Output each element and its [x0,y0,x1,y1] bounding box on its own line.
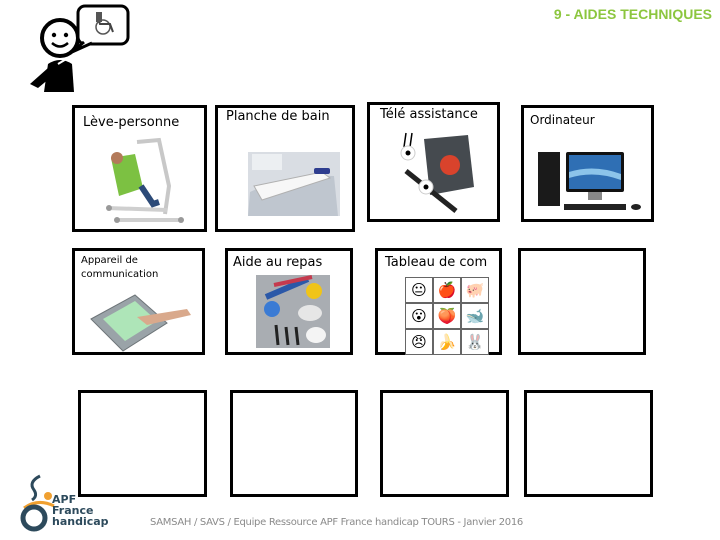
person-pointing-self-icon [30,4,130,92]
communication-board-icon: 😐 🍎 🐖 😮 🍑 🐋 😠 🍌 🐰 [405,277,489,355]
card-label: Télé assistance [380,107,478,122]
card-ordinateur: Ordinateur [521,105,654,222]
card-label: Lève-personne [83,115,180,130]
card-leve-personne: Lève-personne [72,105,207,232]
board-cell-face: 😠 [406,330,432,354]
card-label: Planche de bain [226,109,330,124]
patient-lift-icon [106,137,184,223]
board-cell-banana: 🍌 [434,330,460,354]
page-title: 9 - AIDES TECHNIQUES [553,6,712,22]
logo-line-3: handicap [52,515,109,528]
emergency-alarm-icon [400,132,474,213]
card-label: Ordinateur [530,113,595,127]
eating-aids-icon [256,275,330,348]
card-empty [230,390,358,497]
card-label-text: Appareil de communication [81,255,159,280]
board-cell-face: 😐 [406,278,432,302]
desktop-computer-icon [538,152,641,210]
board-cell-peach: 🍑 [434,304,460,328]
card-planche-de-bain: Planche de bain [215,105,355,232]
footer-text: SAMSAH / SAVS / Equipe Ressource APF Fra… [150,517,523,528]
board-cell-whale: 🐋 [462,304,488,328]
board-cell-apple: 🍎 [434,278,460,302]
board-cell-rabbit: 🐰 [462,330,488,354]
card-empty [380,390,509,497]
board-cell-face: 😮 [406,304,432,328]
card-tele-assistance: Télé assistance [367,102,500,222]
card-label: Aide au repas [233,255,323,270]
bath-board-icon [248,152,340,216]
board-cell-pig: 🐖 [462,278,488,302]
communication-tablet-icon [90,294,191,352]
card-tableau-de-com: Tableau de com 😐 🍎 🐖 😮 🍑 🐋 😠 🍌 🐰 [375,248,502,355]
card-aide-au-repas: Aide au repas [225,248,353,355]
card-appareil-de-communication: Appareil de communication [72,248,205,355]
card-empty [518,248,646,355]
card-empty [524,390,653,497]
card-label: Tableau de com [385,255,488,270]
apf-logo: APF France handicap [18,474,118,534]
card-label: Appareil de communication [81,254,171,282]
